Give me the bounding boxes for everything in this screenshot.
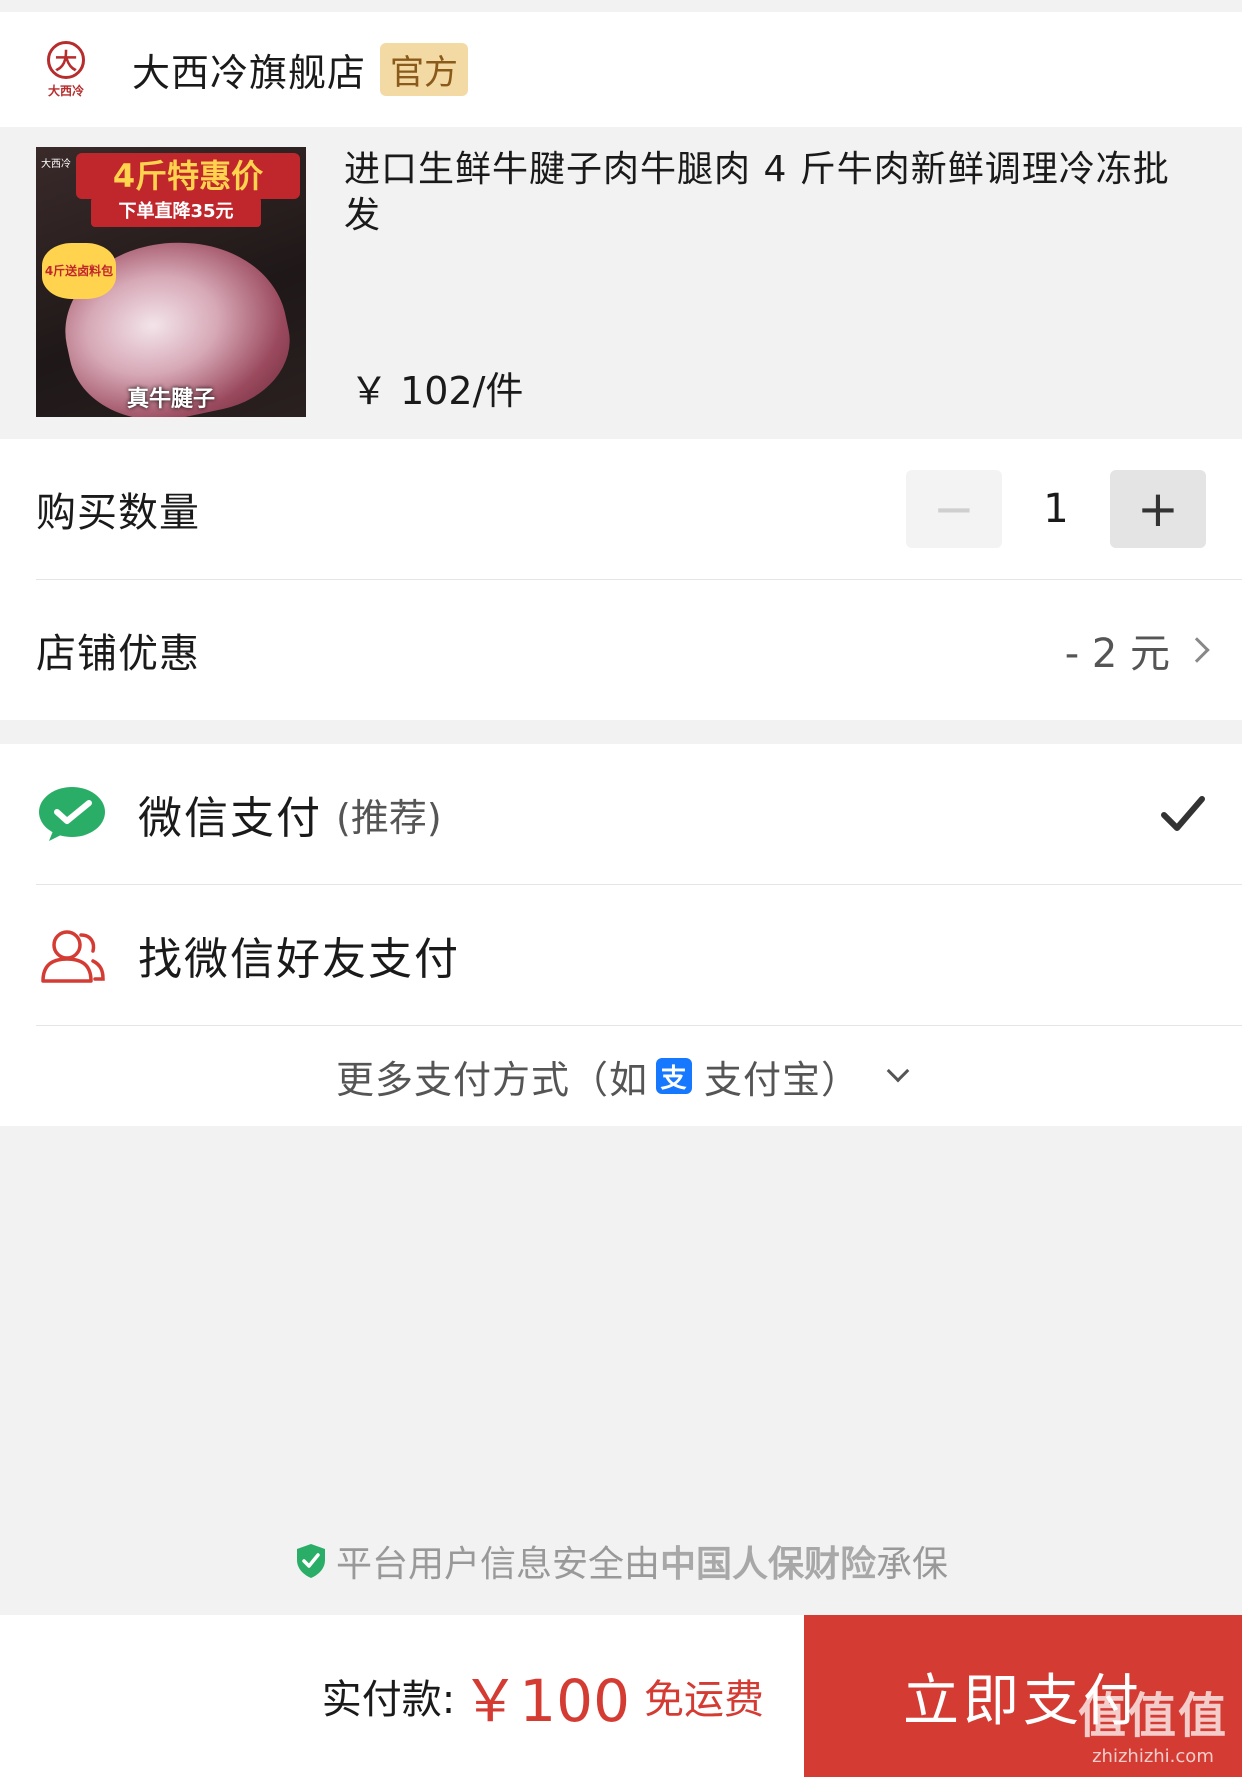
- watermark: 值值值 zhizhizhi.com: [1078, 1676, 1228, 1767]
- wechat-pay-label: 微信支付: [138, 793, 322, 844]
- quantity-stepper: − 1 +: [906, 470, 1206, 548]
- quantity-row: 购买数量 − 1 +: [0, 439, 1242, 579]
- security-prefix: 平台用户信息安全由: [335, 1544, 660, 1585]
- product-card: 大西冷 4斤特惠价 下单直降35元 4斤送卤料包 真牛腱子 进口生鲜牛腱子肉牛腿…: [0, 127, 1242, 439]
- wechat-pay-recommended: (推荐): [336, 795, 442, 840]
- chevron-down-icon: [886, 1059, 910, 1083]
- product-title: 进口生鲜牛腱子肉牛腿肉 4 斤牛肉新鲜调理冷冻批发: [344, 149, 1170, 236]
- store-discount-label: 店铺优惠: [36, 631, 200, 677]
- friends-pay-icon: [36, 925, 108, 985]
- checkout-bar: 实付款: ￥100 免运费 立即支付 值值值 zhizhizhi.com: [0, 1615, 1242, 1777]
- payment-option-friend[interactable]: 找微信好友支付: [0, 885, 1242, 1025]
- payment-methods: 微信支付 (推荐) 找微信好友支付 更多支付方式（如 支 支付宝）: [0, 744, 1242, 1126]
- product-image-logo: 大西冷: [41, 159, 71, 170]
- friend-pay-label: 找微信好友支付: [138, 934, 460, 985]
- top-gap: [0, 0, 1242, 12]
- total-area: 实付款: ￥100 免运费: [0, 1615, 804, 1777]
- product-info: 进口生鲜牛腱子肉牛腿肉 4 斤牛肉新鲜调理冷冻批发 ￥ 102/件: [344, 147, 1206, 417]
- chevron-right-icon: [1184, 637, 1210, 663]
- total-value: ￥100: [461, 1667, 630, 1735]
- product-image-sticker: 4斤送卤料包: [42, 243, 116, 299]
- selected-check-icon: [1160, 791, 1206, 837]
- shop-logo-mark: 大: [47, 40, 85, 79]
- shop-header[interactable]: 大 大西冷 大西冷旗舰店 官方: [0, 12, 1242, 127]
- increase-quantity-button[interactable]: +: [1110, 470, 1206, 548]
- quantity-value[interactable]: 1: [1002, 486, 1110, 532]
- store-discount-value-wrap: - 2 元: [1064, 621, 1210, 679]
- more-payment-suffix: 支付宝）: [704, 1057, 861, 1102]
- product-image-headline: 4斤特惠价: [76, 153, 300, 199]
- payment-option-wechat[interactable]: 微信支付 (推荐): [0, 744, 1242, 884]
- security-suffix: 承保: [876, 1544, 949, 1585]
- official-badge: 官方: [380, 43, 469, 96]
- store-discount-row[interactable]: 店铺优惠 - 2 元: [0, 580, 1242, 720]
- order-options: 购买数量 − 1 + 店铺优惠 - 2 元: [0, 439, 1242, 720]
- watermark-logo: 值值值: [1077, 1688, 1228, 1744]
- decrease-quantity-button[interactable]: −: [906, 470, 1002, 548]
- product-image[interactable]: 大西冷 4斤特惠价 下单直降35元 4斤送卤料包 真牛腱子: [36, 147, 306, 417]
- product-image-footer: 真牛腱子: [126, 387, 215, 412]
- free-shipping-label: 免运费: [644, 1677, 764, 1723]
- alipay-icon: 支: [656, 1058, 692, 1094]
- store-discount-value: - 2 元: [1064, 631, 1170, 677]
- shop-logo-text: 大西冷: [47, 83, 84, 98]
- product-price: ￥ 102/件: [350, 369, 524, 413]
- total-label: 实付款:: [321, 1677, 456, 1723]
- wechat-pay-icon: [36, 784, 108, 844]
- security-insurer: 中国人保财险: [659, 1544, 876, 1585]
- product-image-subline: 下单直降35元: [91, 197, 261, 227]
- security-notice: 平台用户信息安全由 中国人保财险 承保: [0, 1535, 1242, 1587]
- shop-name[interactable]: 大西冷旗舰店: [132, 42, 366, 97]
- shield-check-icon: [296, 1544, 325, 1578]
- watermark-url: zhizhizhi.com: [1092, 1746, 1214, 1767]
- more-payment-prefix: 更多支付方式（如: [335, 1057, 648, 1102]
- quantity-label: 购买数量: [36, 490, 200, 536]
- shop-logo: 大 大西冷: [36, 38, 96, 102]
- more-payment-methods[interactable]: 更多支付方式（如 支 支付宝）: [0, 1026, 1242, 1126]
- section-gap: [0, 720, 1242, 744]
